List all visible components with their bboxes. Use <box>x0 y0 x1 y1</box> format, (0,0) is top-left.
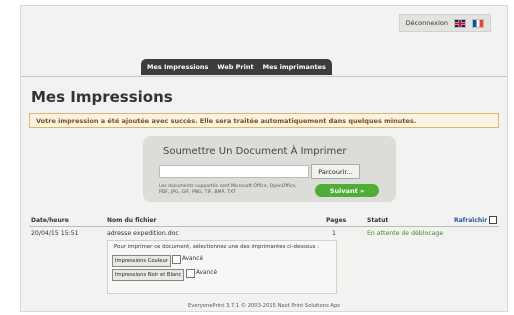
col-file: Nom du fichier <box>107 217 157 224</box>
refresh-link[interactable]: Rafraîchir <box>454 217 487 224</box>
supported-formats-hint: Les documents supportés sont Microsoft O… <box>159 184 297 195</box>
col-pages: Pages <box>326 217 347 224</box>
table-row[interactable]: 20/04/15 15:51 adresse expedition.doc 1 … <box>29 228 499 238</box>
main-nav: Mes Impressions Web Print Mes imprimante… <box>141 59 332 75</box>
bw-advanced-label: Avancé <box>196 270 218 276</box>
fr-flag-icon[interactable] <box>472 18 484 28</box>
browse-button[interactable]: Parcourir... <box>311 164 360 179</box>
row-status: En attente de déblocage <box>367 230 444 237</box>
bw-advanced-checkbox[interactable] <box>186 269 195 278</box>
tab-web-print[interactable]: Web Print <box>217 63 253 71</box>
footer-copyright: EveryonePrint 3.7.1 © 2003-2015 Next Pri… <box>188 303 340 309</box>
file-path-input[interactable] <box>159 165 309 178</box>
success-alert: Votre impression a été ajoutée avec succ… <box>29 113 499 128</box>
page-container: Déconnexion Mes Impressions Web Print Me… <box>20 5 508 312</box>
nav-divider <box>21 76 507 77</box>
color-printer-button[interactable]: Impressions Couleur <box>112 255 171 267</box>
tab-mes-impressions[interactable]: Mes Impressions <box>147 63 208 71</box>
upload-title: Soumettre Un Document À Imprimer <box>163 146 347 157</box>
row-pages: 1 <box>332 230 336 237</box>
next-button[interactable]: Suivant » <box>315 184 379 197</box>
jobs-table-header: Date/heure Nom du fichier Pages Statut R… <box>29 215 499 227</box>
alert-text: Votre impression a été ajoutée avec succ… <box>36 116 417 125</box>
upload-panel: Soumettre Un Document À Imprimer Parcour… <box>143 136 396 202</box>
row-date: 20/04/15 15:51 <box>31 230 79 237</box>
color-advanced-label: Avancé <box>182 256 204 262</box>
uk-flag-icon[interactable] <box>454 18 466 28</box>
color-advanced-checkbox[interactable] <box>172 255 181 264</box>
logout-link[interactable]: Déconnexion <box>406 19 448 27</box>
printer-selection-panel: Pour imprimer ce document, sélectionnez … <box>107 240 337 294</box>
page-title: Mes Impressions <box>31 88 173 106</box>
bw-printer-button[interactable]: Impressions Noir et Blanc <box>112 269 185 281</box>
printer-instruction: Pour imprimer ce document, sélectionnez … <box>114 244 319 250</box>
row-file: adresse expedition.doc <box>107 230 179 237</box>
tab-mes-imprimantes[interactable]: Mes imprimantes <box>263 63 326 71</box>
top-bar: Déconnexion <box>398 14 491 32</box>
select-all-checkbox[interactable] <box>489 216 497 224</box>
col-date: Date/heure <box>31 217 69 224</box>
col-status: Statut <box>367 217 389 224</box>
